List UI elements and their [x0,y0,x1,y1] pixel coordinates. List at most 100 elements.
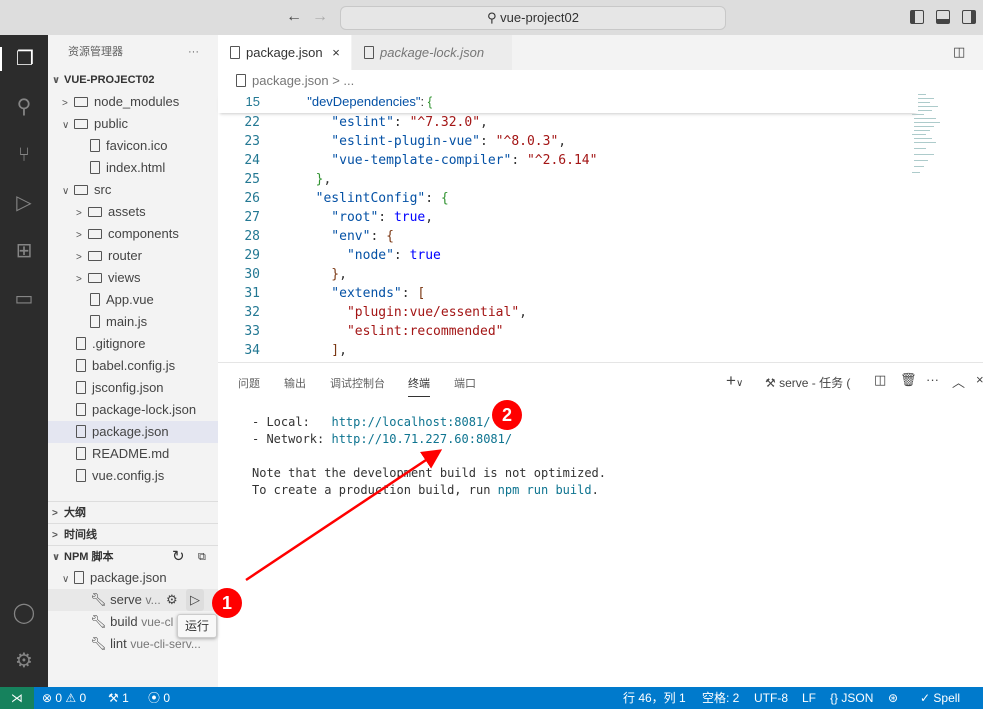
line-number: 24 [244,153,260,168]
explorer-sidebar: 资源管理器 ··· ∨ VUE-PROJECT02 > node_modules ∨ pu… [48,35,218,687]
tree-item[interactable]: > node_modules [48,91,218,113]
collapse-all-icon[interactable]: ⧉ [198,546,206,568]
tree-item[interactable]: jsconfig.json [48,377,218,399]
code-line[interactable]: 34 ], [218,341,918,360]
tree-item[interactable]: > components [48,223,218,245]
code-token: : [378,210,394,225]
encoding[interactable]: UTF-8 [754,687,788,709]
task-terminal-selector[interactable]: ⚒ serve - 任务 ( [765,374,850,391]
more-icon[interactable]: ··· [926,372,939,387]
tree-item[interactable]: > assets [48,201,218,223]
code-line[interactable]: 27 "root": true, [218,208,918,227]
folder-icon [88,251,102,261]
line-ending[interactable]: LF [802,687,816,709]
run-script-button[interactable]: ▷ [186,589,204,611]
new-terminal-icon[interactable]: +∨ [726,371,743,391]
account-icon[interactable]: ◯ [12,601,36,625]
indentation[interactable]: 空格: 2 [702,687,739,709]
tab-output[interactable]: 输出 [284,375,306,391]
chevron-down-icon: ∨ [62,120,70,131]
tree-item-label: src [94,182,112,197]
tab-problems[interactable]: 问题 [238,375,260,391]
toggle-sidebar-icon[interactable] [910,10,924,24]
npm-scripts-section[interactable]: ∨ NPM 脚本 ↻ ⧉ [48,545,218,567]
remote-explorer-icon[interactable]: ▭ [12,287,36,311]
tree-item[interactable]: > views [48,267,218,289]
editor-tabs: package.json × package-lock.json ◫ [218,35,983,70]
timeline-section[interactable]: > 时间线 [48,523,218,545]
terminal-output[interactable]: - Local: http://localhost:8081/ - Networ… [252,414,606,499]
refresh-icon[interactable]: ↻ [172,546,185,568]
tree-item[interactable]: index.html [48,157,218,179]
tree-item[interactable]: ∨ src [48,179,218,201]
project-root[interactable]: ∨ VUE-PROJECT02 [48,69,218,91]
code-line[interactable]: 32 "plugin:vue/essential", [218,303,918,322]
code-line[interactable]: 23 "eslint-plugin-vue": "^8.0.3", [218,132,918,151]
npm-script-serve[interactable]: 🔧︎ serve v... ⚙ ▷ [48,589,218,611]
tree-item[interactable]: App.vue [48,289,218,311]
code-line[interactable]: 28 "env": { [218,227,918,246]
tasks-indicator[interactable]: ⚒ 1 [108,687,129,709]
network-url-link[interactable]: http://10.71.227.60:8081/ [331,432,512,446]
settings-gear-icon[interactable]: ⚙ [12,649,36,673]
command-center-search[interactable]: ⚲ vue-project02 [340,6,726,30]
tree-item[interactable]: favicon.ico [48,135,218,157]
search-icon[interactable]: ⚲ [12,95,36,119]
maximize-panel-icon[interactable]: ︿ [952,372,965,391]
extensions-icon[interactable]: ⊞ [12,239,36,263]
code-line[interactable]: 33 "eslint:recommended" [218,322,918,341]
cursor-position[interactable]: 行 46，列 1 [623,687,686,709]
split-editor-icon[interactable]: ◫ [953,44,965,60]
ports-indicator[interactable]: ⦿ 0 [148,687,170,709]
problems-indicator[interactable]: ⊗ 0 ⚠ 0 [42,687,86,709]
file-icon [230,46,240,59]
more-actions-icon[interactable]: ··· [188,35,199,70]
tree-item[interactable]: package.json [48,421,218,443]
close-icon[interactable]: × [332,45,340,60]
code-line[interactable]: 22 "eslint": "^7.32.0", [218,113,918,132]
explorer-icon[interactable]: ❐ [0,47,48,71]
tree-item[interactable]: .gitignore [48,333,218,355]
code-line[interactable]: 26 "eslintConfig": { [218,189,918,208]
tree-item[interactable]: > router [48,245,218,267]
code-line[interactable]: 24 "vue-template-compiler": "^2.6.14" [218,151,918,170]
tree-item[interactable]: package-lock.json [48,399,218,421]
code-line[interactable]: 25 }, [218,170,918,189]
breadcrumb[interactable]: package.json > ... [218,70,983,92]
tab-ports[interactable]: 端口 [454,375,476,391]
forward-button[interactable]: → [312,8,328,26]
toggle-secondary-sidebar-icon[interactable] [962,10,976,24]
code-token: "eslint:recommended" [300,324,504,339]
language-mode[interactable]: {} JSON [830,687,873,709]
code-line[interactable]: 30 }, [218,265,918,284]
debug-icon[interactable]: ⚙ [166,589,178,611]
toggle-panel-icon[interactable] [936,10,950,24]
local-url-link[interactable]: http://localhost:8081/ [331,415,490,429]
tree-item[interactable]: ∨ public [48,113,218,135]
tab-terminal[interactable]: 终端 [408,375,430,397]
close-panel-icon[interactable]: × [976,372,983,387]
run-debug-icon[interactable]: ▷ [12,191,36,215]
sticky-scroll-line[interactable]: 15 "devDependencies": { [218,92,918,113]
trash-icon[interactable]: 🗑︎ [900,372,917,388]
npm-package-json[interactable]: ∨ package.json [48,567,218,589]
source-control-icon[interactable]: ⑂ [12,143,36,167]
tab-package-lock-json[interactable]: package-lock.json [352,35,512,70]
tab-package-json[interactable]: package.json × [218,35,351,70]
tree-item[interactable]: README.md [48,443,218,465]
split-terminal-icon[interactable]: ◫ [874,372,886,388]
code-line[interactable]: 29 "node": true [218,246,918,265]
remote-indicator-icon[interactable]: ⋊ [0,687,34,709]
back-button[interactable]: ← [286,8,302,26]
code-line[interactable]: 31 "extends": [ [218,284,918,303]
tree-item[interactable]: main.js [48,311,218,333]
outline-section[interactable]: > 大纲 [48,501,218,523]
tab-debug-console[interactable]: 调试控制台 [330,375,385,391]
spell-check[interactable]: ✓ Spell [920,687,960,709]
tree-item[interactable]: vue.config.js [48,465,218,487]
copilot-icon[interactable]: ⊛ [888,687,898,709]
line-text: "plugin:vue/essential", [300,303,527,322]
tree-item[interactable]: babel.config.js [48,355,218,377]
line-text: "eslint-plugin-vue": "^8.0.3", [300,132,566,151]
code-editor[interactable]: 22 "eslint": "^7.32.0", 23 "eslint-plugin… [218,113,918,379]
